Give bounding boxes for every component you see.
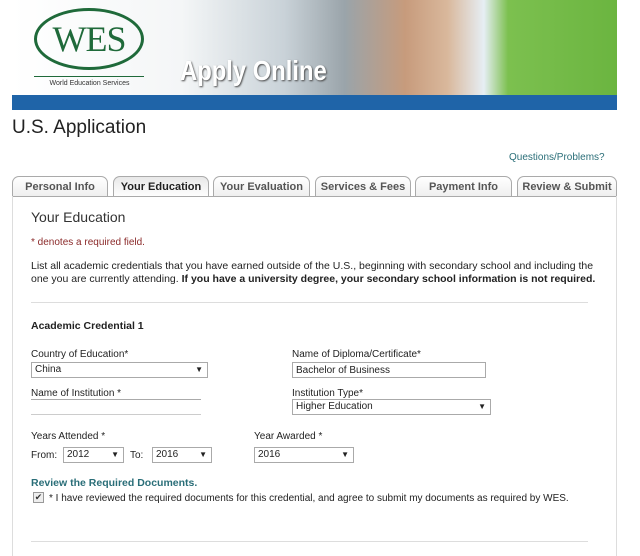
year-awarded-label: Year Awarded * (254, 431, 323, 442)
diploma-input[interactable] (292, 362, 486, 378)
from-year-select[interactable]: 2012 ▼ (63, 447, 124, 463)
agree-checkbox[interactable]: ✔ (33, 492, 44, 503)
page-title: U.S. Application (12, 117, 147, 138)
divider (31, 541, 588, 542)
chevron-down-icon: ▼ (111, 450, 119, 459)
to-label: To: (130, 450, 144, 461)
chevron-down-icon: ▼ (478, 402, 486, 411)
year-awarded-value: 2016 (258, 449, 281, 460)
country-label: Country of Education* (31, 349, 129, 360)
logo-subtitle: World Education Services (49, 80, 130, 87)
intro-text: List all academic credentials that you h… (31, 260, 596, 286)
institution-type-select[interactable]: Higher Education ▼ (292, 399, 491, 415)
diploma-label: Name of Diploma/Certificate* (292, 349, 421, 360)
logo-divider (34, 76, 144, 77)
tab-personal-info[interactable]: Personal Info (12, 176, 108, 197)
wes-logo: WES (34, 8, 144, 70)
institution-type-label: Institution Type* (292, 388, 363, 399)
tab-services-fees[interactable]: Services & Fees (315, 176, 411, 197)
country-select[interactable]: China ▼ (31, 362, 208, 378)
credential-title: Academic Credential 1 (31, 320, 144, 332)
divider (31, 302, 588, 303)
checkmark-icon: ✔ (34, 492, 43, 502)
to-year-select[interactable]: 2016 ▼ (152, 447, 212, 463)
chevron-down-icon: ▼ (341, 450, 349, 459)
tab-your-evaluation[interactable]: Your Evaluation (213, 176, 310, 197)
banner-tagline: Apply Online (180, 55, 327, 86)
section-title: Your Education (31, 209, 126, 225)
tab-review-submit[interactable]: Review & Submit (517, 176, 617, 197)
tab-payment-info[interactable]: Payment Info (415, 176, 512, 197)
banner-bar (12, 95, 617, 110)
to-year-value: 2016 (156, 449, 179, 460)
institution-type-value: Higher Education (296, 401, 373, 412)
required-note: * denotes a required field. (31, 237, 145, 248)
review-documents-link[interactable]: Review the Required Documents. (31, 477, 197, 489)
questions-link[interactable]: Questions/Problems? (509, 152, 605, 163)
chevron-down-icon: ▼ (199, 450, 207, 459)
intro-bold: If you have a university degree, your se… (181, 273, 596, 285)
year-awarded-select[interactable]: 2016 ▼ (254, 447, 354, 463)
chevron-down-icon: ▼ (195, 365, 203, 374)
agree-text: * I have reviewed the required documents… (49, 493, 569, 504)
from-year-value: 2012 (67, 449, 90, 460)
country-value: China (35, 364, 62, 375)
logo-text: WES (52, 19, 127, 59)
from-label: From: (31, 450, 58, 461)
institution-label: Name of Institution * (31, 388, 122, 399)
institution-input[interactable] (31, 399, 201, 415)
tab-your-education[interactable]: Your Education (113, 176, 209, 197)
years-attended-label: Years Attended * (31, 431, 106, 442)
header-banner: WES World Education Services Apply Onlin… (12, 0, 617, 110)
